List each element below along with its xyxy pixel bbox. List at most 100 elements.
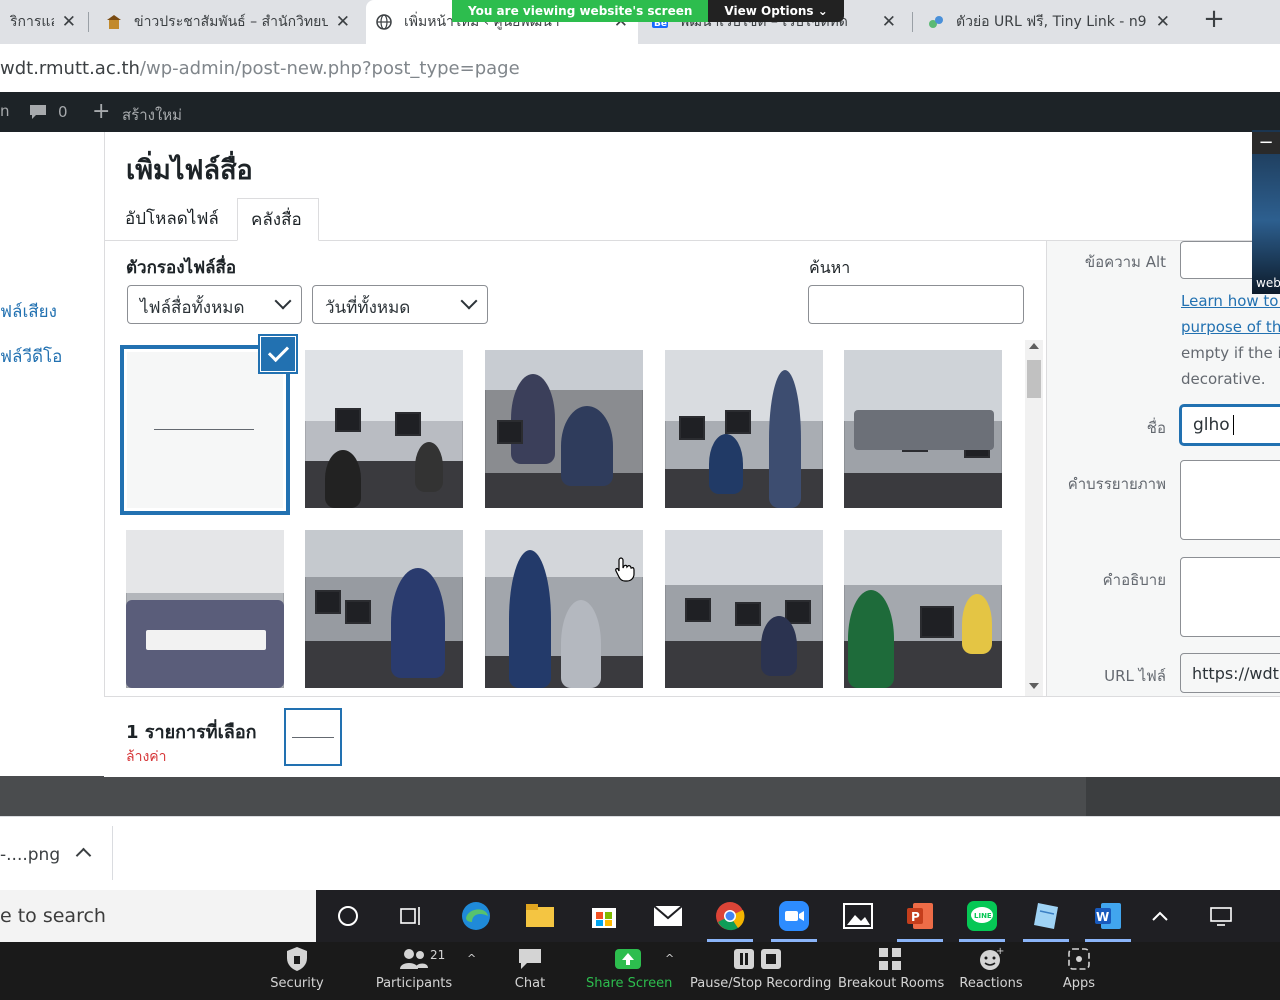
caption-field[interactable] bbox=[1180, 460, 1280, 540]
media-toolbar bbox=[104, 696, 1280, 777]
zoom-app-icon[interactable] bbox=[776, 898, 812, 934]
pause-stop-recording-button[interactable]: Pause/Stop Recording bbox=[690, 944, 831, 991]
url-text[interactable]: wdt.rmutt.ac.th/wp-admin/post-new.php?po… bbox=[0, 58, 520, 79]
description-label: คำอธิบาย bbox=[1102, 571, 1166, 589]
date-filter[interactable]: วันที่ทั้งหมด bbox=[312, 285, 488, 324]
media-thumbnail[interactable] bbox=[305, 350, 463, 508]
participants-count: 21 bbox=[430, 948, 446, 962]
svg-text:P: P bbox=[911, 910, 920, 924]
download-divider bbox=[112, 826, 113, 880]
media-thumbnail[interactable] bbox=[126, 530, 284, 688]
media-modal-menu bbox=[0, 132, 105, 776]
breakout-rooms-button[interactable]: Breakout Rooms bbox=[838, 944, 944, 991]
share-screen-button[interactable]: Share Screen bbox=[586, 944, 672, 991]
file-explorer-icon[interactable] bbox=[522, 898, 558, 934]
video-tile[interactable] bbox=[1252, 130, 1280, 294]
participants-button[interactable]: 21 Participants bbox=[374, 944, 454, 991]
learn-alt-link-line2[interactable]: purpose of the bbox=[1181, 318, 1280, 336]
downloads-bar bbox=[0, 816, 1280, 891]
media-thumbnail[interactable] bbox=[665, 530, 823, 688]
store-icon[interactable] bbox=[586, 898, 622, 934]
tray-chevron-up-icon[interactable] bbox=[1142, 898, 1178, 934]
search-label: ค้นหา bbox=[809, 258, 851, 277]
text-caret bbox=[1233, 415, 1234, 435]
learn-alt-link[interactable]: Learn how to d bbox=[1181, 292, 1280, 310]
download-file-name[interactable]: -....png bbox=[0, 845, 60, 865]
apps-button[interactable]: Apps bbox=[1050, 944, 1108, 991]
media-thumbnail[interactable] bbox=[844, 350, 1002, 508]
tab-upload-files[interactable]: อัปโหลดไฟล์ bbox=[112, 198, 232, 241]
notepad-icon[interactable] bbox=[1028, 898, 1064, 934]
taskbar-search[interactable]: e to search bbox=[0, 890, 316, 942]
close-tab-icon[interactable]: ✕ bbox=[882, 12, 896, 32]
alt-text-label: ข้อความ Alt bbox=[1084, 253, 1166, 271]
selection-count: 1 รายการที่เลือก bbox=[126, 722, 257, 743]
cortana-icon[interactable] bbox=[330, 898, 366, 934]
shield-icon bbox=[287, 947, 307, 971]
tab-media-library[interactable]: คลังสื่อ bbox=[237, 198, 319, 241]
backdrop-panel bbox=[1086, 776, 1280, 816]
svg-text:+: + bbox=[996, 946, 1004, 957]
security-button[interactable]: Security bbox=[262, 944, 332, 991]
checkmark-icon[interactable] bbox=[261, 337, 295, 371]
minimize-icon[interactable]: − bbox=[1252, 132, 1280, 154]
description-field[interactable] bbox=[1180, 557, 1280, 637]
smiley-icon: + bbox=[980, 946, 1004, 970]
admin-bar-fragment: n bbox=[0, 102, 10, 120]
caption-label: คำบรรยายภาพ bbox=[1067, 475, 1166, 493]
scroll-up-icon[interactable] bbox=[1029, 343, 1039, 349]
alt-help-text-line2: decorative. bbox=[1181, 370, 1266, 388]
new-tab-icon[interactable]: + bbox=[1200, 4, 1228, 40]
media-thumbnail[interactable] bbox=[665, 350, 823, 508]
participants-icon bbox=[400, 949, 428, 969]
share-caret-icon[interactable]: ^ bbox=[665, 952, 674, 965]
photos-icon[interactable] bbox=[840, 898, 876, 934]
close-tab-icon[interactable]: ✕ bbox=[336, 12, 350, 32]
browser-tab[interactable]: ริการแล ✕ bbox=[0, 0, 86, 44]
participants-caret-icon[interactable]: ^ bbox=[467, 952, 476, 965]
view-options-button[interactable]: View Options ⌄ bbox=[708, 0, 844, 22]
comments-icon[interactable] bbox=[28, 103, 48, 121]
network-icon[interactable] bbox=[1204, 898, 1240, 934]
file-url-field[interactable]: https://wdt. bbox=[1180, 653, 1280, 693]
chat-button[interactable]: Chat bbox=[500, 944, 560, 991]
edge-icon[interactable] bbox=[458, 898, 494, 934]
breakout-rooms-icon bbox=[879, 948, 901, 970]
line-app-icon[interactable]: LINE bbox=[964, 898, 1000, 934]
comment-count: 0 bbox=[58, 103, 68, 121]
share-screen-icon bbox=[615, 949, 641, 969]
close-tab-icon[interactable]: ✕ bbox=[62, 12, 76, 32]
chrome-icon[interactable] bbox=[712, 898, 748, 934]
task-view-icon[interactable] bbox=[392, 898, 428, 934]
browser-tab[interactable]: ข่าวประชาสัมพันธ์ – สำนักวิทยบ ✕ bbox=[96, 0, 360, 44]
close-tab-icon[interactable]: ✕ bbox=[1156, 12, 1170, 32]
word-icon[interactable]: W bbox=[1090, 898, 1126, 934]
media-thumbnail[interactable] bbox=[844, 530, 1002, 688]
alt-help-text: empty if the in bbox=[1181, 344, 1280, 362]
scroll-down-icon[interactable] bbox=[1029, 683, 1039, 689]
media-type-filter[interactable]: ไฟล์สื่อทั้งหมด bbox=[127, 285, 302, 324]
record-controls-icon bbox=[734, 949, 781, 969]
powerpoint-icon[interactable]: P bbox=[902, 898, 938, 934]
svg-text:LINE: LINE bbox=[974, 912, 992, 920]
selection-preview-thumbnail[interactable] bbox=[284, 708, 342, 766]
media-thumbnail[interactable] bbox=[305, 530, 463, 688]
grid-scrollbar-thumb[interactable] bbox=[1027, 360, 1041, 398]
globe-favicon-icon bbox=[376, 14, 392, 30]
reactions-button[interactable]: + Reactions bbox=[956, 944, 1026, 991]
new-content-link[interactable]: สร้างใหม่ bbox=[122, 103, 182, 127]
svg-text:W: W bbox=[1096, 910, 1109, 924]
menu-item-video[interactable]: ฟล์วีดีโอ bbox=[0, 343, 62, 370]
menu-item-audio[interactable]: ฟล์เสียง bbox=[0, 298, 57, 325]
clear-selection-link[interactable]: ล้างค่า bbox=[126, 746, 167, 768]
search-input[interactable] bbox=[808, 285, 1024, 324]
mail-icon[interactable] bbox=[650, 898, 686, 934]
media-thumbnail[interactable] bbox=[485, 350, 643, 508]
browser-tab[interactable]: ตัวย่อ URL ฟรี, Tiny Link - n9 ✕ bbox=[918, 0, 1180, 44]
apps-icon bbox=[1068, 948, 1090, 970]
media-thumbnail[interactable] bbox=[485, 530, 643, 688]
university-favicon-icon bbox=[107, 15, 121, 29]
zoom-sharing-banner: You are viewing website's screen View Op… bbox=[452, 0, 844, 22]
title-field[interactable]: glho bbox=[1180, 405, 1280, 445]
plus-icon[interactable]: + bbox=[92, 99, 110, 124]
